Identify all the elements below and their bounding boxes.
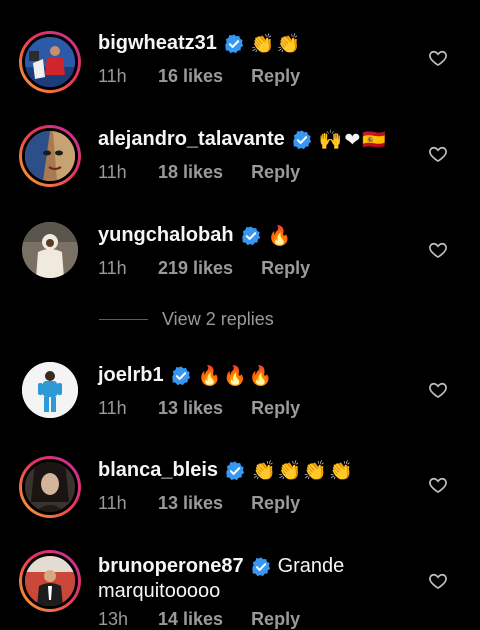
reply-button[interactable]: Reply	[251, 162, 300, 183]
comment-text: 👏👏👏👏	[252, 460, 355, 482]
timestamp: 11h	[98, 258, 127, 278]
likes-count[interactable]: 18 likes	[158, 162, 223, 183]
comment-header: alejandro_talavante 🙌❤🇪🇸	[98, 128, 388, 151]
like-heart-icon[interactable]	[428, 48, 448, 68]
like-heart-icon[interactable]	[428, 144, 448, 164]
avatar[interactable]	[19, 31, 81, 93]
username[interactable]: joelrb1	[98, 364, 164, 387]
likes-count[interactable]: 13 likes	[158, 398, 223, 419]
likes-count[interactable]: 16 likes	[158, 66, 223, 87]
avatar[interactable]	[19, 550, 81, 612]
reply-button[interactable]: Reply	[251, 609, 300, 630]
username[interactable]: alejandro_talavante	[98, 128, 285, 151]
comment-header: bigwheatz31 👏👏	[98, 32, 302, 55]
comment-header: yungchalobah 🔥	[98, 224, 293, 247]
comment-text: Grande	[277, 555, 345, 577]
username[interactable]: bigwheatz31	[98, 32, 217, 55]
timestamp: 11h	[98, 398, 127, 418]
username[interactable]: brunoperone87	[98, 555, 244, 578]
avatar[interactable]	[19, 456, 81, 518]
divider	[99, 319, 148, 320]
like-heart-icon[interactable]	[428, 475, 448, 495]
like-heart-icon[interactable]	[428, 571, 448, 591]
timestamp: 11h	[98, 66, 127, 86]
comment-meta: 11h 13 likes Reply	[98, 493, 300, 514]
avatar[interactable]	[19, 125, 81, 187]
verified-badge-icon	[251, 556, 270, 576]
likes-count[interactable]: 219 likes	[158, 258, 233, 279]
comment-text: 👏👏	[250, 33, 303, 55]
comment-meta: 11h 219 likes Reply	[98, 258, 310, 279]
comment-text: 🙌❤🇪🇸	[318, 129, 388, 151]
username[interactable]: yungchalobah	[98, 224, 234, 247]
username[interactable]: blanca_bleis	[98, 459, 218, 482]
verified-badge-icon	[171, 365, 190, 385]
comment-meta: 11h 16 likes Reply	[98, 66, 300, 87]
comment-text-continued: marquitooooo	[98, 580, 221, 602]
comment-text: 🔥🔥🔥	[197, 365, 275, 387]
timestamp: 13h	[98, 609, 129, 629]
comment-meta: 11h 18 likes Reply	[98, 162, 300, 183]
verified-badge-icon	[225, 33, 244, 53]
comment-header: blanca_bleis 👏👏👏👏	[98, 459, 355, 482]
verified-badge-icon	[293, 129, 311, 149]
comment-meta: 11h 13 likes Reply	[98, 398, 300, 419]
avatar[interactable]	[22, 362, 78, 418]
reply-button[interactable]: Reply	[251, 493, 300, 514]
timestamp: 11h	[98, 493, 127, 513]
verified-badge-icon	[226, 460, 245, 480]
like-heart-icon[interactable]	[428, 240, 448, 260]
comment-meta: 13h 14 likes Reply	[98, 609, 300, 630]
view-replies-button[interactable]: View 2 replies	[99, 309, 274, 330]
comment-text: 🔥	[267, 225, 294, 247]
comment-header: joelrb1 🔥🔥🔥	[98, 364, 275, 387]
reply-button[interactable]: Reply	[261, 258, 310, 279]
avatar[interactable]	[22, 222, 78, 278]
comment-header: brunoperone87 Grande	[98, 555, 344, 578]
reply-button[interactable]: Reply	[251, 398, 300, 419]
verified-badge-icon	[241, 225, 260, 245]
like-heart-icon[interactable]	[428, 380, 448, 400]
reply-button[interactable]: Reply	[251, 66, 300, 87]
view-replies-label: View 2 replies	[162, 309, 274, 329]
likes-count[interactable]: 13 likes	[158, 493, 223, 514]
timestamp: 11h	[98, 162, 127, 182]
likes-count[interactable]: 14 likes	[158, 609, 223, 630]
